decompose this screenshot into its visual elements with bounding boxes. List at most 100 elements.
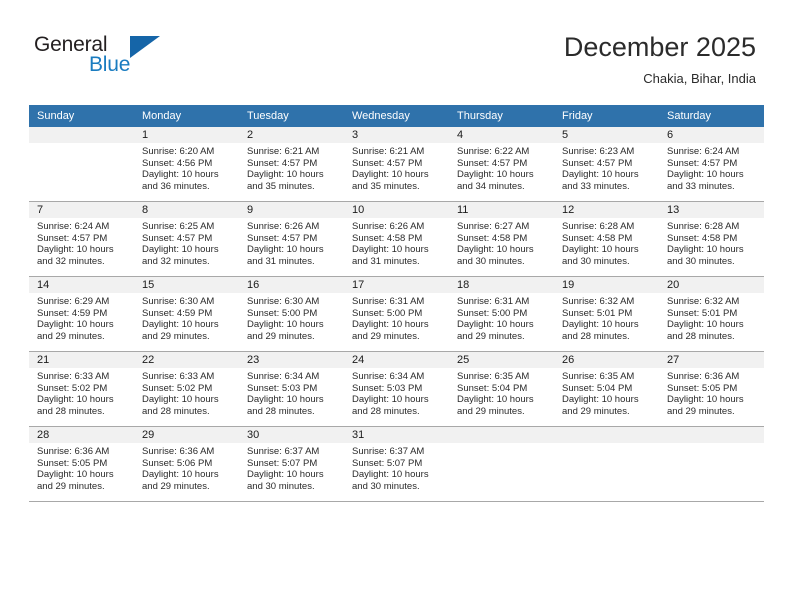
sunrise-text: Sunrise: 6:21 AM [352, 146, 425, 157]
calendar-day-cell[interactable] [659, 426, 764, 502]
daylight-text-line2: and 29 minutes. [37, 480, 105, 492]
day-details: Sunrise: 6:28 AM Sunset: 4:58 PM Daylight:… [659, 218, 764, 267]
day-cell-content: 6 Sunrise: 6:24 AM Sunset: 4:57 PM Daylight… [659, 127, 764, 201]
calendar-day-cell[interactable]: 27 Sunrise: 6:36 AM Sunset: 5:05 PM Dayligh… [659, 351, 764, 427]
day-cell-content: 17 Sunrise: 6:31 AM Sunset: 5:00 PM Dayligh… [344, 277, 449, 351]
day-cell-content: 20 Sunrise: 6:32 AM Sunset: 5:01 PM Dayligh… [659, 277, 764, 351]
calendar-day-cell[interactable]: 17 Sunrise: 6:31 AM Sunset: 5:00 PM Dayligh… [344, 276, 449, 352]
day-cell-content [29, 127, 134, 201]
sunset-text: Sunset: 5:05 PM [667, 382, 738, 394]
calendar-day-cell[interactable]: 23 Sunrise: 6:34 AM Sunset: 5:03 PM Dayligh… [239, 351, 344, 427]
sunset-text: Sunset: 5:02 PM [142, 382, 213, 394]
calendar-day-cell[interactable]: 14 Sunrise: 6:29 AM Sunset: 4:59 PM Dayligh… [29, 276, 134, 352]
day-details: Sunrise: 6:31 AM Sunset: 5:00 PM Daylight:… [344, 293, 449, 342]
daylight-text-line1: Daylight: 10 hours [667, 394, 744, 406]
day-number: 24 [344, 352, 449, 368]
day-details: Sunrise: 6:32 AM Sunset: 5:01 PM Daylight:… [659, 293, 764, 342]
calendar-day-cell[interactable]: 28 Sunrise: 6:36 AM Sunset: 5:05 PM Dayligh… [29, 426, 134, 502]
calendar-day-cell[interactable]: 2 Sunrise: 6:21 AM Sunset: 4:57 PM Daylight… [239, 127, 344, 202]
calendar-day-cell[interactable]: 15 Sunrise: 6:30 AM Sunset: 4:59 PM Dayligh… [134, 276, 239, 352]
daylight-text-line2: and 33 minutes. [562, 180, 630, 192]
day-number: 19 [554, 277, 659, 293]
calendar-day-cell[interactable]: 20 Sunrise: 6:32 AM Sunset: 5:01 PM Dayligh… [659, 276, 764, 352]
weekday-header-thursday: Thursday [449, 105, 554, 127]
calendar-day-cell[interactable]: 6 Sunrise: 6:24 AM Sunset: 4:57 PM Daylight… [659, 127, 764, 202]
calendar-body: 1 Sunrise: 6:20 AM Sunset: 4:56 PM Daylight… [29, 127, 764, 502]
day-number: 9 [239, 202, 344, 218]
day-number: 14 [29, 277, 134, 293]
day-details: Sunrise: 6:24 AM Sunset: 4:57 PM Daylight:… [29, 218, 134, 267]
sunrise-text: Sunrise: 6:20 AM [142, 146, 215, 157]
weekday-header-monday: Monday [134, 105, 239, 127]
day-details: Sunrise: 6:22 AM Sunset: 4:57 PM Daylight:… [449, 143, 554, 192]
daylight-text-line1: Daylight: 10 hours [562, 319, 639, 331]
calendar-day-cell[interactable]: 29 Sunrise: 6:36 AM Sunset: 5:06 PM Dayligh… [134, 426, 239, 502]
day-number: 15 [134, 277, 239, 293]
triangle-icon [130, 36, 160, 58]
calendar-day-cell[interactable]: 16 Sunrise: 6:30 AM Sunset: 5:00 PM Dayligh… [239, 276, 344, 352]
daylight-text-line1: Daylight: 10 hours [352, 394, 429, 406]
sunset-text: Sunset: 5:00 PM [457, 307, 528, 319]
daylight-text-line1: Daylight: 10 hours [562, 244, 639, 256]
day-cell-content: 24 Sunrise: 6:34 AM Sunset: 5:03 PM Dayligh… [344, 352, 449, 426]
calendar-day-cell[interactable]: 31 Sunrise: 6:37 AM Sunset: 5:07 PM Dayligh… [344, 426, 449, 502]
day-details: Sunrise: 6:32 AM Sunset: 5:01 PM Daylight:… [554, 293, 659, 342]
calendar-day-cell[interactable]: 12 Sunrise: 6:28 AM Sunset: 4:58 PM Dayligh… [554, 201, 659, 277]
daylight-text-line1: Daylight: 10 hours [142, 394, 219, 406]
calendar-day-cell[interactable]: 25 Sunrise: 6:35 AM Sunset: 5:04 PM Dayligh… [449, 351, 554, 427]
page-title: December 2025 [563, 32, 756, 62]
daylight-text-line1: Daylight: 10 hours [562, 169, 639, 181]
calendar-week-row: 1 Sunrise: 6:20 AM Sunset: 4:56 PM Daylight… [29, 127, 764, 202]
day-number: 30 [239, 427, 344, 443]
day-details: Sunrise: 6:23 AM Sunset: 4:57 PM Daylight:… [554, 143, 659, 192]
calendar-day-cell[interactable]: 21 Sunrise: 6:33 AM Sunset: 5:02 PM Dayligh… [29, 351, 134, 427]
calendar-day-cell[interactable]: 4 Sunrise: 6:22 AM Sunset: 4:57 PM Daylight… [449, 127, 554, 202]
sunrise-text: Sunrise: 6:33 AM [37, 371, 110, 382]
daylight-text-line1: Daylight: 10 hours [562, 394, 639, 406]
calendar-day-cell[interactable]: 5 Sunrise: 6:23 AM Sunset: 4:57 PM Daylight… [554, 127, 659, 202]
day-cell-content: 29 Sunrise: 6:36 AM Sunset: 5:06 PM Dayligh… [134, 427, 239, 501]
day-details: Sunrise: 6:25 AM Sunset: 4:57 PM Daylight:… [134, 218, 239, 267]
calendar-day-cell[interactable]: 19 Sunrise: 6:32 AM Sunset: 5:01 PM Dayligh… [554, 276, 659, 352]
daylight-text-line1: Daylight: 10 hours [247, 244, 324, 256]
daylight-text-line1: Daylight: 10 hours [142, 319, 219, 331]
daylight-text-line2: and 36 minutes. [142, 180, 210, 192]
calendar-day-cell[interactable]: 11 Sunrise: 6:27 AM Sunset: 4:58 PM Dayligh… [449, 201, 554, 277]
sunset-text: Sunset: 5:06 PM [142, 457, 213, 469]
daylight-text-line2: and 28 minutes. [247, 405, 315, 417]
day-details: Sunrise: 6:36 AM Sunset: 5:05 PM Daylight:… [29, 443, 134, 492]
day-number: 22 [134, 352, 239, 368]
calendar-day-cell[interactable] [554, 426, 659, 502]
calendar-day-cell[interactable]: 13 Sunrise: 6:28 AM Sunset: 4:58 PM Dayligh… [659, 201, 764, 277]
daylight-text-line2: and 29 minutes. [37, 330, 105, 342]
calendar-day-cell[interactable] [449, 426, 554, 502]
calendar-day-cell[interactable]: 3 Sunrise: 6:21 AM Sunset: 4:57 PM Daylight… [344, 127, 449, 202]
calendar-day-cell[interactable]: 1 Sunrise: 6:20 AM Sunset: 4:56 PM Daylight… [134, 127, 239, 202]
sunset-text: Sunset: 4:57 PM [247, 157, 318, 169]
calendar-day-cell[interactable]: 24 Sunrise: 6:34 AM Sunset: 5:03 PM Dayligh… [344, 351, 449, 427]
day-cell-content: 9 Sunrise: 6:26 AM Sunset: 4:57 PM Daylight… [239, 202, 344, 276]
calendar-day-cell[interactable]: 26 Sunrise: 6:35 AM Sunset: 5:04 PM Dayligh… [554, 351, 659, 427]
calendar-day-cell[interactable]: 7 Sunrise: 6:24 AM Sunset: 4:57 PM Daylight… [29, 201, 134, 277]
day-details: Sunrise: 6:35 AM Sunset: 5:04 PM Daylight:… [554, 368, 659, 417]
calendar-day-cell[interactable]: 22 Sunrise: 6:33 AM Sunset: 5:02 PM Dayligh… [134, 351, 239, 427]
calendar-day-cell[interactable]: 9 Sunrise: 6:26 AM Sunset: 4:57 PM Daylight… [239, 201, 344, 277]
calendar-week-row: 21 Sunrise: 6:33 AM Sunset: 5:02 PM Dayligh… [29, 351, 764, 427]
day-cell-content: 13 Sunrise: 6:28 AM Sunset: 4:58 PM Dayligh… [659, 202, 764, 276]
calendar-day-cell[interactable]: 18 Sunrise: 6:31 AM Sunset: 5:00 PM Dayligh… [449, 276, 554, 352]
calendar-day-cell[interactable]: 10 Sunrise: 6:26 AM Sunset: 4:58 PM Dayligh… [344, 201, 449, 277]
daylight-text-line2: and 32 minutes. [37, 255, 105, 267]
sunset-text: Sunset: 4:58 PM [457, 232, 528, 244]
calendar-header-row: Sunday Monday Tuesday Wednesday Thursday… [29, 105, 764, 127]
daylight-text-line2: and 30 minutes. [457, 255, 525, 267]
calendar-day-cell[interactable]: 30 Sunrise: 6:37 AM Sunset: 5:07 PM Dayligh… [239, 426, 344, 502]
day-cell-content: 4 Sunrise: 6:22 AM Sunset: 4:57 PM Daylight… [449, 127, 554, 201]
daylight-text-line2: and 31 minutes. [352, 255, 420, 267]
calendar-day-cell[interactable]: 8 Sunrise: 6:25 AM Sunset: 4:57 PM Daylight… [134, 201, 239, 277]
general-blue-logo[interactable]: General Blue [34, 33, 214, 83]
sunrise-text: Sunrise: 6:24 AM [667, 146, 740, 157]
daylight-text-line2: and 29 minutes. [667, 405, 735, 417]
calendar-day-cell[interactable] [29, 127, 134, 202]
day-details: Sunrise: 6:27 AM Sunset: 4:58 PM Daylight:… [449, 218, 554, 267]
daylight-text-line2: and 35 minutes. [247, 180, 315, 192]
